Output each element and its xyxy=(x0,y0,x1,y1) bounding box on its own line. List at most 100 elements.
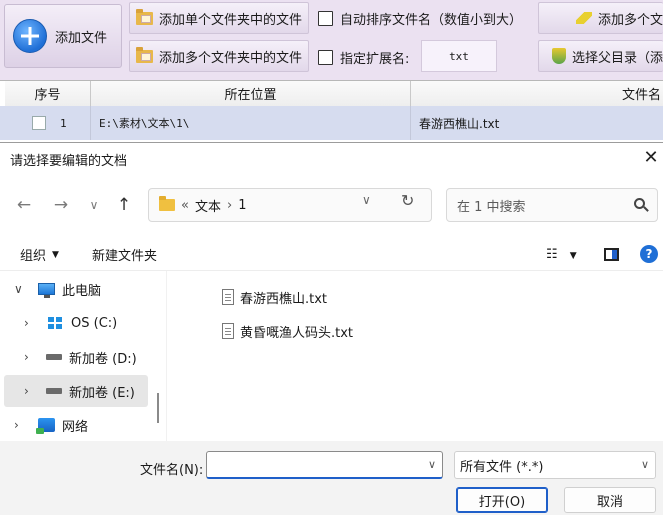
tree-item-this-pc[interactable]: ∨ 此电脑 xyxy=(0,273,152,305)
up-button[interactable]: ↑ xyxy=(113,193,135,217)
row-index: 1 xyxy=(60,116,67,130)
auto-sort-option[interactable]: 自动排序文件名（数值小到大） xyxy=(318,9,522,28)
computer-icon xyxy=(38,283,55,298)
forward-button[interactable]: → xyxy=(50,193,72,217)
pencil-icon xyxy=(575,12,592,24)
file-name: 黄昏嘅渔人码头.txt xyxy=(240,325,354,341)
network-icon xyxy=(36,418,55,434)
open-file-dialog: 请选择要编辑的文档 ✕ ← → ∨ ↑ « 文本 › 1 ∨ ↻ 在 1 中搜索… xyxy=(0,142,663,515)
ext-option[interactable]: 指定扩展名: xyxy=(318,48,409,67)
tree-item-drive-c[interactable]: › OS (C:) xyxy=(0,307,152,339)
auto-sort-checkbox[interactable] xyxy=(318,11,333,26)
add-multi-right-button[interactable]: 添加多个文 xyxy=(538,2,663,34)
shield-icon xyxy=(551,48,566,64)
dialog-footer: 文件名(N): ∨ 所有文件 (*.*) ∨ 打开(O) 取消 xyxy=(0,441,663,515)
back-button[interactable]: ← xyxy=(13,193,35,217)
breadcrumb-separator: › xyxy=(226,197,233,213)
chevron-down-icon: ∨ xyxy=(640,458,649,471)
list-item[interactable]: 春游西樵山.txt xyxy=(222,286,327,308)
chevron-right-icon[interactable]: › xyxy=(14,418,19,432)
address-bar[interactable]: « 文本 › 1 xyxy=(148,188,432,222)
filename-label: 文件名(N): xyxy=(140,463,204,478)
nav-bar: ← → ∨ ↑ « 文本 › 1 ∨ ↻ 在 1 中搜索 xyxy=(0,183,663,227)
tree-item-label: 新加卷 (E:) xyxy=(69,385,135,401)
filetype-value: 所有文件 (*.*) xyxy=(460,459,544,475)
tree-item-label: 此电脑 xyxy=(62,283,102,299)
help-icon[interactable]: ? xyxy=(640,245,658,263)
chevron-right-icon[interactable]: › xyxy=(24,350,29,364)
chevron-right-icon[interactable]: › xyxy=(24,384,29,398)
caret-down-icon: ▼ xyxy=(52,249,59,260)
select-parent-button[interactable]: 选择父目录（添 xyxy=(538,40,663,72)
address-dropdown-icon[interactable]: ∨ xyxy=(362,193,371,207)
new-folder-button[interactable]: 新建文件夹 xyxy=(92,245,157,264)
search-input[interactable]: 在 1 中搜索 xyxy=(446,188,658,222)
app-toolbar: 添加文件 添加单个文件夹中的文件 添加多个文件夹中的文件 自动排序文件名（数值小… xyxy=(0,0,663,80)
ext-label: 指定扩展名: xyxy=(340,52,410,67)
folder-icon xyxy=(159,196,175,211)
caret-down-icon: ▼ xyxy=(569,251,577,261)
row-checkbox[interactable] xyxy=(32,116,46,130)
preview-pane-icon[interactable] xyxy=(604,248,619,261)
folder-icon xyxy=(136,46,153,63)
close-icon[interactable]: ✕ xyxy=(641,148,661,168)
add-file-label: 添加文件 xyxy=(55,30,108,46)
table-row[interactable]: 1 E:\素材\文本\1\ 春游西樵山.txt xyxy=(0,106,663,140)
add-icon xyxy=(13,19,47,53)
organize-label: 组织 xyxy=(20,249,47,264)
view-options-icon[interactable]: ☷ ▼ xyxy=(546,247,577,262)
text-file-icon xyxy=(222,289,234,305)
drive-icon xyxy=(46,388,62,394)
tree-item-label: 网络 xyxy=(62,419,89,435)
chevron-right-icon[interactable]: › xyxy=(24,316,29,330)
organize-menu[interactable]: 组织 ▼ xyxy=(20,245,59,264)
ext-checkbox[interactable] xyxy=(318,50,333,65)
file-name: 春游西樵山.txt xyxy=(240,291,328,307)
add-multi-folder-label: 添加多个文件夹中的文件 xyxy=(159,50,303,66)
add-multi-right-label: 添加多个文 xyxy=(597,12,663,28)
grid-header: 序号 所在位置 文件名 xyxy=(0,80,663,107)
col-filename[interactable]: 文件名 xyxy=(411,81,663,107)
row-index-cell: 1 xyxy=(0,106,91,140)
windows-drive-icon xyxy=(48,317,62,329)
row-location: E:\素材\文本\1\ xyxy=(91,106,411,140)
ext-input[interactable]: txt xyxy=(421,40,497,72)
breadcrumb-overflow[interactable]: « xyxy=(181,198,189,213)
breadcrumb-item[interactable]: 文本 xyxy=(195,196,221,215)
chevron-down-icon[interactable]: ∨ xyxy=(428,458,436,471)
cancel-button[interactable]: 取消 xyxy=(564,487,656,513)
col-location[interactable]: 所在位置 xyxy=(91,81,411,107)
auto-sort-label: 自动排序文件名（数值小到大） xyxy=(340,13,523,28)
tree-item-label: 新加卷 (D:) xyxy=(69,351,137,367)
select-parent-label: 选择父目录（添 xyxy=(571,50,663,66)
add-single-folder-button[interactable]: 添加单个文件夹中的文件 xyxy=(129,2,309,34)
command-bar: 组织 ▼ 新建文件夹 ☷ ▼ ? xyxy=(0,235,663,271)
file-list: 春游西樵山.txt 黄昏嘅渔人码头.txt xyxy=(166,271,663,441)
refresh-icon[interactable]: ↻ xyxy=(401,191,414,210)
add-file-button[interactable]: 添加文件 xyxy=(4,4,122,68)
recent-locations-button[interactable]: ∨ xyxy=(83,193,105,217)
filename-field[interactable]: ∨ xyxy=(206,451,443,479)
drive-icon xyxy=(46,354,62,360)
add-multi-folder-button[interactable]: 添加多个文件夹中的文件 xyxy=(129,40,309,72)
dialog-title: 请选择要编辑的文档 xyxy=(10,153,128,169)
tree-scrollbar[interactable] xyxy=(157,393,159,423)
row-filename: 春游西樵山.txt xyxy=(419,116,500,131)
filetype-select[interactable]: 所有文件 (*.*) ∨ xyxy=(454,451,656,479)
add-single-folder-label: 添加单个文件夹中的文件 xyxy=(159,12,303,28)
view-glyph: ☷ xyxy=(546,247,558,262)
tree-item-label: OS (C:) xyxy=(71,315,118,331)
tree-item-drive-e[interactable]: › 新加卷 (E:) xyxy=(4,375,148,407)
search-placeholder: 在 1 中搜索 xyxy=(457,199,526,215)
open-button[interactable]: 打开(O) xyxy=(456,487,548,513)
search-icon xyxy=(634,198,645,209)
tree-item-drive-d[interactable]: › 新加卷 (D:) xyxy=(0,341,152,373)
list-item[interactable]: 黄昏嘅渔人码头.txt xyxy=(222,320,353,342)
folder-icon xyxy=(136,8,153,25)
navigation-tree: ∨ 此电脑 › OS (C:) › 新加卷 (D:) › 新加卷 (E:) › xyxy=(0,271,166,441)
breadcrumb-item[interactable]: 1 xyxy=(238,198,246,213)
chevron-down-icon[interactable]: ∨ xyxy=(14,282,23,296)
col-index[interactable]: 序号 xyxy=(5,81,91,107)
text-file-icon xyxy=(222,323,234,339)
tree-item-network[interactable]: › 网络 xyxy=(0,409,152,441)
